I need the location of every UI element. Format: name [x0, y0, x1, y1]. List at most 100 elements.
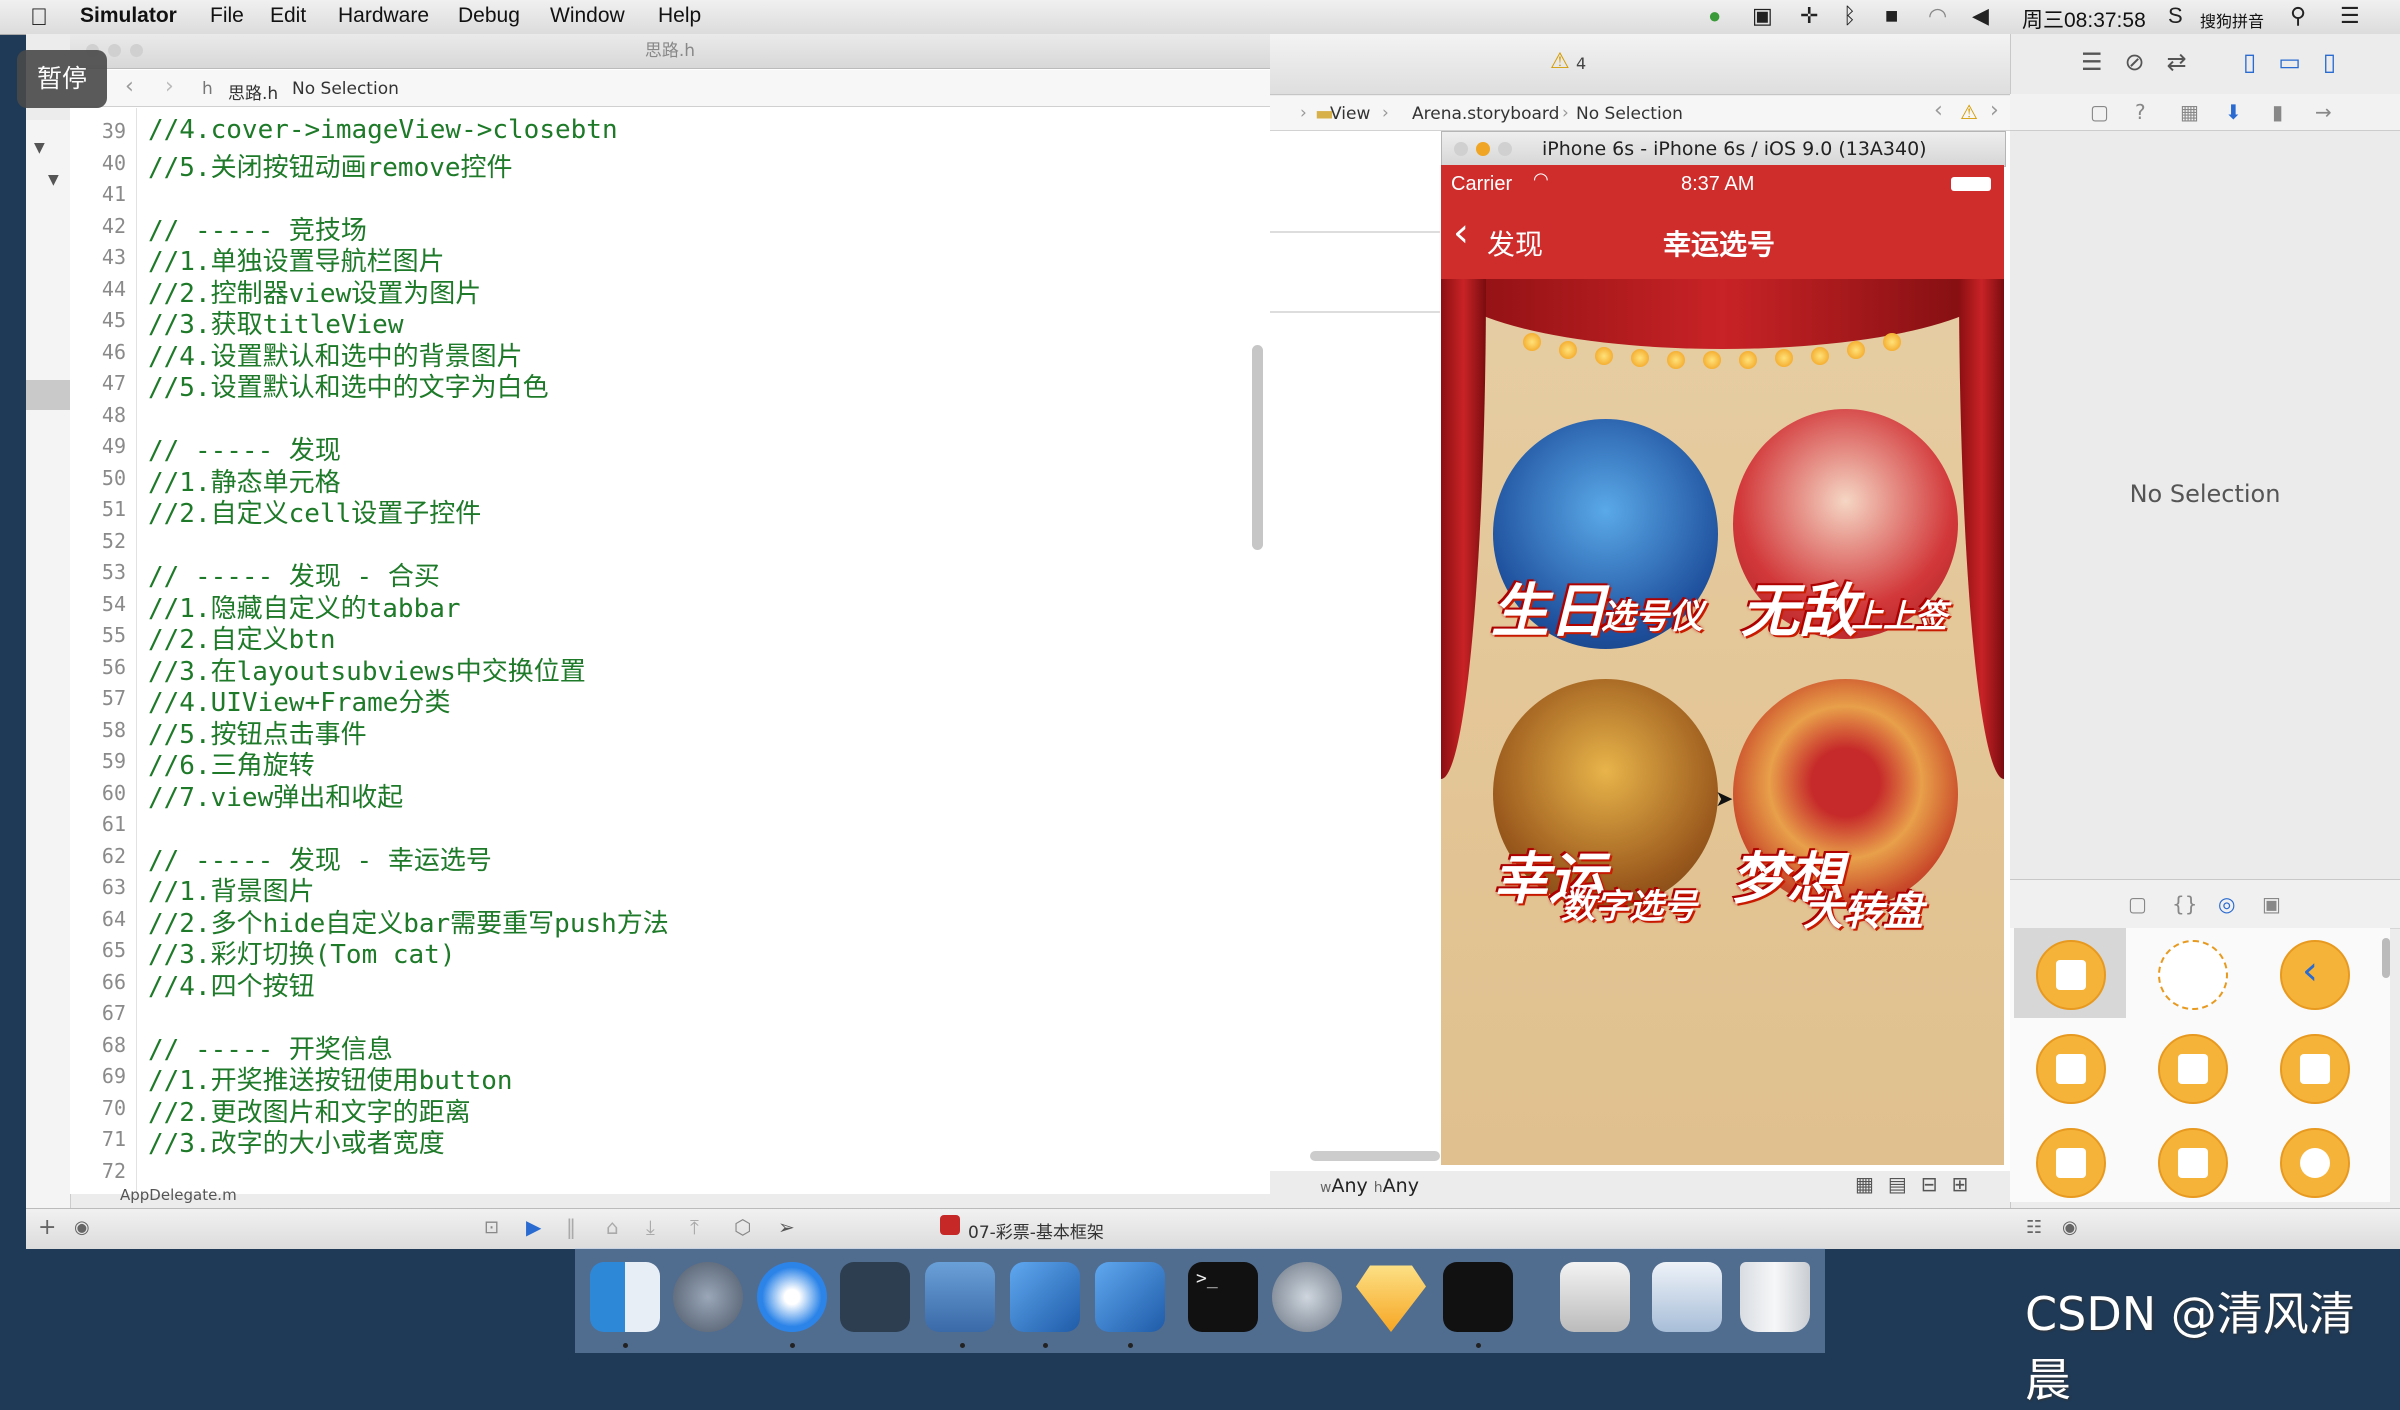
- jump-selection[interactable]: No Selection: [292, 79, 399, 99]
- prev-issue-icon[interactable]: ‹: [1934, 98, 1943, 123]
- step-into-icon[interactable]: ⤓: [646, 1215, 655, 1239]
- menu-app-name[interactable]: Simulator: [80, 4, 177, 28]
- preview-icon[interactable]: [1652, 1262, 1722, 1332]
- editor-scrollbar[interactable]: [1252, 345, 1263, 550]
- disclosure-triangle-icon[interactable]: ▼: [48, 172, 59, 188]
- system-preferences-icon[interactable]: [1272, 1262, 1342, 1332]
- mouse-tool-icon[interactable]: [840, 1262, 910, 1332]
- wifi-icon[interactable]: ◠: [1928, 3, 1947, 29]
- back-chevron-icon[interactable]: ‹: [1453, 213, 1469, 253]
- add-icon[interactable]: +: [38, 1215, 56, 1240]
- zoom-window-button[interactable]: [130, 44, 143, 57]
- menu-debug[interactable]: Debug: [458, 4, 520, 28]
- menu-help[interactable]: Help: [658, 4, 701, 28]
- connections-inspector-icon[interactable]: →: [2315, 100, 2332, 124]
- quicktime-icon[interactable]: [1560, 1262, 1630, 1332]
- collection-view-controller-object[interactable]: [2158, 1034, 2228, 1104]
- view-controller-object[interactable]: [2036, 940, 2106, 1010]
- code-line[interactable]: //7.view弹出和收起: [148, 777, 403, 814]
- apple-icon[interactable]: : [30, 4, 48, 32]
- sim-zoom-button[interactable]: [1498, 142, 1512, 156]
- hide-debug-icon[interactable]: ⊡: [484, 1217, 499, 1238]
- pause-icon[interactable]: ‖: [566, 1215, 576, 1239]
- page-view-controller-object[interactable]: [2158, 1128, 2228, 1198]
- outline-icon[interactable]: ☷: [2026, 1217, 2042, 1238]
- menubar-clock[interactable]: 周三08:37:58: [2022, 4, 2146, 34]
- finder-icon[interactable]: [590, 1262, 660, 1332]
- step-over-icon[interactable]: ⌂: [606, 1215, 619, 1239]
- jump-no-selection[interactable]: No Selection: [1576, 104, 1683, 124]
- next-issue-icon[interactable]: ›: [1990, 98, 1999, 123]
- code-line[interactable]: //3.改字的大小或者宽度: [148, 1123, 445, 1160]
- code-line[interactable]: //4.cover->imageView->closebtn: [148, 115, 618, 145]
- search-icon[interactable]: ⚲: [2290, 3, 2306, 29]
- input-method-label[interactable]: 搜狗拼音: [2200, 8, 2264, 32]
- editor-mode-controls[interactable]: ☰⊘⇄: [2081, 48, 2209, 76]
- table-view-controller-object[interactable]: [2036, 1034, 2106, 1104]
- list-icon[interactable]: ☰: [2340, 3, 2360, 29]
- safari-icon[interactable]: [757, 1262, 827, 1332]
- minimize-window-button[interactable]: [108, 44, 121, 57]
- size-inspector-icon[interactable]: ▮: [2272, 100, 2283, 124]
- object-library-icon[interactable]: ◎: [2218, 892, 2235, 916]
- bluetooth-icon[interactable]: ᛒ: [1843, 3, 1856, 29]
- menu-hardware[interactable]: Hardware: [338, 4, 429, 28]
- menu-file[interactable]: File: [210, 4, 244, 28]
- glkit-view-controller-object[interactable]: [2280, 1128, 2350, 1198]
- quick-help-icon[interactable]: ?: [2135, 100, 2146, 124]
- menu-edit[interactable]: Edit: [270, 4, 306, 28]
- presentation-app-icon[interactable]: [925, 1262, 995, 1332]
- sync-icon[interactable]: ●: [1708, 3, 1721, 29]
- canvas-scrollbar[interactable]: [1310, 1151, 1440, 1161]
- move-icon[interactable]: ✛: [1800, 3, 1818, 29]
- jump-view[interactable]: View: [1330, 104, 1370, 124]
- location-icon[interactable]: ➢: [778, 1215, 795, 1239]
- camera-icon[interactable]: ▣: [1752, 3, 1773, 29]
- attributes-inspector-icon[interactable]: ⬇: [2225, 100, 2242, 124]
- identity-inspector-icon[interactable]: ▦: [2180, 100, 2199, 124]
- nav-back-button[interactable]: 发现: [1487, 223, 1543, 263]
- breakpoints-icon[interactable]: ▶: [526, 1215, 541, 1239]
- layout-controls[interactable]: ▦▤⊟⊞: [1855, 1172, 1982, 1196]
- library-scrollbar[interactable]: [2382, 938, 2390, 978]
- tab-bar-controller-object[interactable]: [2280, 1034, 2350, 1104]
- warning-count[interactable]: 4: [1576, 54, 1586, 73]
- storyboard-reference-object[interactable]: [2158, 940, 2228, 1010]
- navigation-controller-object[interactable]: ‹: [2280, 940, 2350, 1010]
- pause-badge[interactable]: 暂停: [17, 50, 107, 108]
- simulator-app-icon[interactable]: [1095, 1262, 1165, 1332]
- code-line[interactable]: //4.四个按钮: [148, 966, 315, 1003]
- console-icon[interactable]: [1443, 1262, 1513, 1332]
- forward-arrow-icon[interactable]: ›: [165, 74, 174, 99]
- jump-warning-icon[interactable]: ⚠: [1960, 100, 1978, 124]
- file-template-icon[interactable]: ▢: [2128, 892, 2147, 916]
- file-inspector-icon[interactable]: ▢: [2090, 100, 2109, 124]
- media-library-icon[interactable]: ▣: [2262, 892, 2281, 916]
- filter-icon[interactable]: ◉: [74, 1217, 90, 1238]
- size-class-indicator[interactable]: wAny hAny: [1320, 1175, 1419, 1197]
- scheme-name[interactable]: 07-彩票-基本框架: [968, 1218, 1104, 1243]
- library-filter-icon[interactable]: ◉: [2062, 1217, 2078, 1238]
- code-line[interactable]: //5.关闭按钮动画remove控件: [148, 147, 513, 184]
- sim-minimize-button[interactable]: [1476, 142, 1490, 156]
- view-toggle-controls[interactable]: ▯▭▯: [2243, 48, 2358, 76]
- trash-icon[interactable]: [1740, 1262, 1810, 1332]
- split-view-controller-object[interactable]: [2036, 1128, 2106, 1198]
- view-debugger-icon[interactable]: ⬡: [734, 1215, 751, 1239]
- jump-storyboard[interactable]: Arena.storyboard: [1412, 104, 1559, 124]
- code-line[interactable]: //5.设置默认和选中的文字为白色: [148, 367, 549, 404]
- back-arrow-icon[interactable]: ‹: [125, 74, 134, 99]
- code-line[interactable]: //2.自定义cell设置子控件: [148, 493, 481, 530]
- code-snippet-icon[interactable]: {}: [2172, 892, 2197, 916]
- launchpad-icon[interactable]: [673, 1262, 743, 1332]
- warning-icon[interactable]: ⚠: [1550, 49, 1570, 74]
- lock-icon[interactable]: ■: [1885, 3, 1898, 29]
- sim-close-button[interactable]: [1454, 142, 1468, 156]
- terminal-icon[interactable]: >_: [1188, 1262, 1258, 1332]
- disclosure-triangle-icon[interactable]: ▼: [34, 140, 45, 156]
- jump-file-name[interactable]: 思路.h: [228, 79, 278, 104]
- input-method-icon[interactable]: S: [2168, 3, 2183, 29]
- volume-icon[interactable]: ◀: [1972, 3, 1989, 29]
- xcode-icon[interactable]: [1010, 1262, 1080, 1332]
- menu-window[interactable]: Window: [550, 4, 625, 28]
